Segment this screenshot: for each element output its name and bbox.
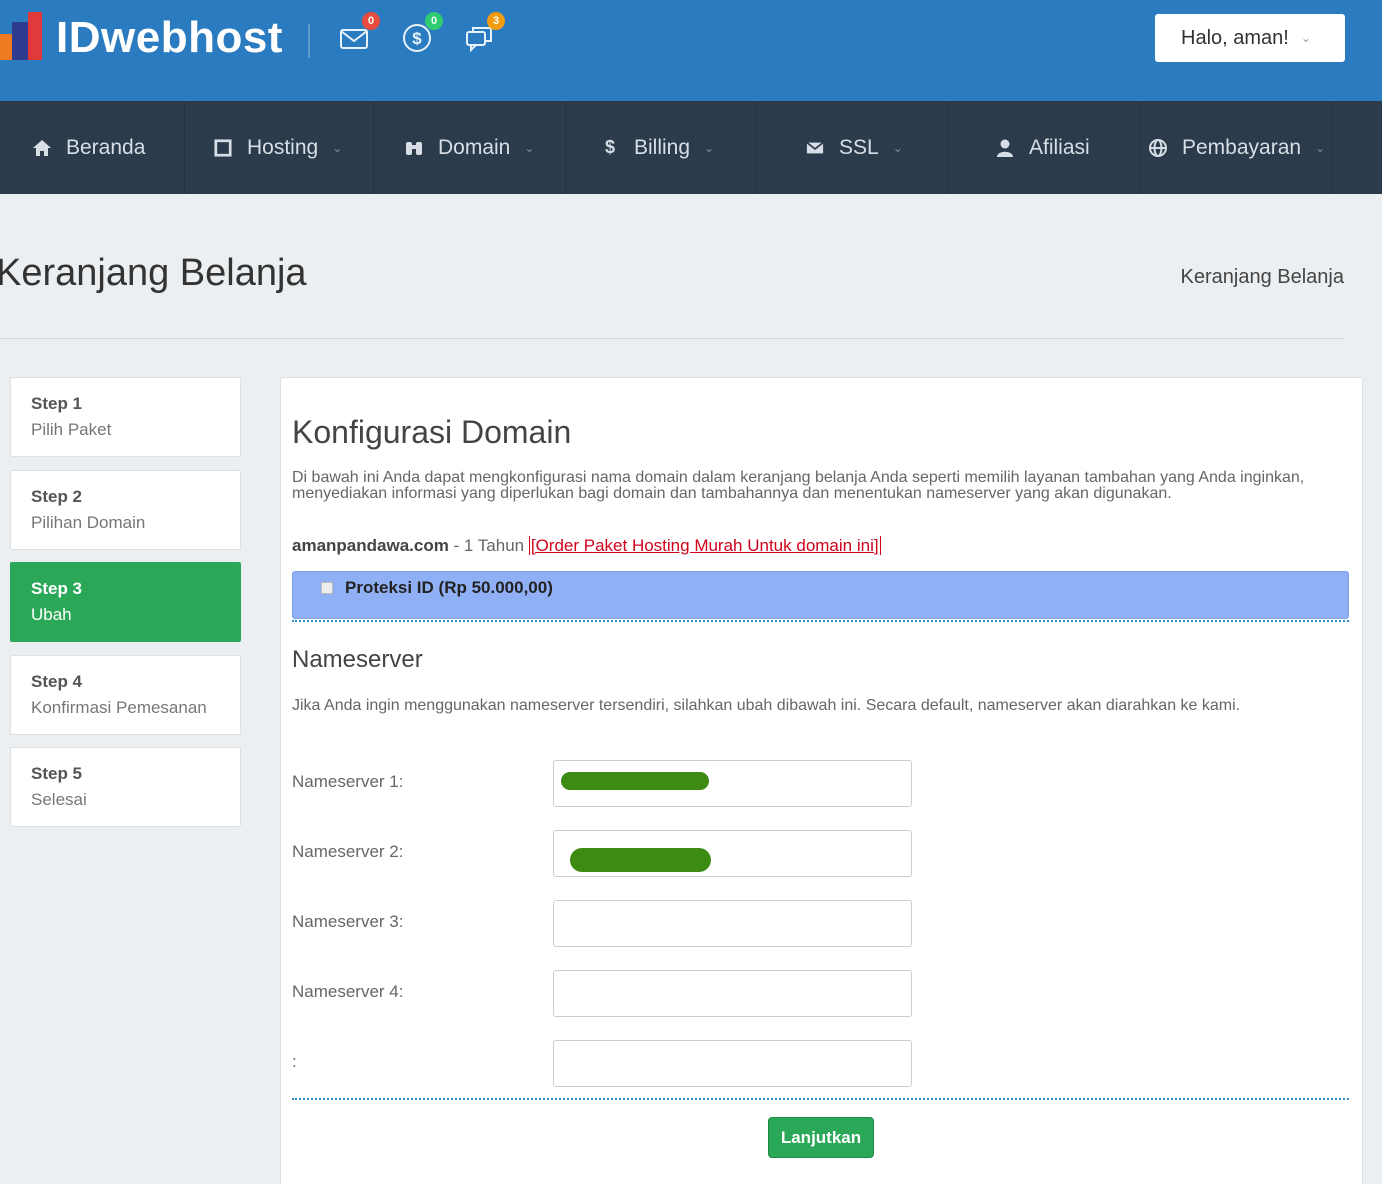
step-1[interactable]: Step 1 Pilih Paket — [10, 377, 241, 457]
chevron-down-icon: ⌄ — [524, 140, 535, 155]
nav-label: Domain — [438, 135, 511, 159]
nameserver-2-label: Nameserver 2: — [292, 842, 404, 861]
billing-count-badge: 0 — [425, 12, 443, 30]
page-title: Keranjang Belanja — [0, 252, 307, 294]
step-title: Step 5 — [31, 764, 83, 783]
nameserver-4-label: Nameserver 4: — [292, 982, 404, 1001]
server-icon — [213, 138, 233, 158]
nav-label: Hosting — [247, 135, 319, 159]
step-title: Step 4 — [31, 672, 83, 691]
billing-notification[interactable]: $ 0 — [401, 12, 443, 58]
header-divider — [308, 24, 310, 58]
nameserver-3-label: Nameserver 3: — [292, 912, 404, 931]
nav-item-ssl[interactable]: SSL ⌄ — [757, 101, 949, 194]
chevron-down-icon: ⌄ — [1300, 31, 1311, 45]
addon-proteksi-id[interactable]: Proteksi ID (Rp 50.000,00) — [292, 571, 1349, 619]
section-divider — [292, 620, 1349, 622]
nav-label: Beranda — [66, 135, 146, 159]
step-subtitle: Selesai — [31, 790, 87, 809]
globe-icon — [1148, 138, 1168, 158]
step-title: Step 3 — [31, 579, 83, 598]
chevron-down-icon: ⌄ — [1315, 140, 1326, 155]
top-header: IDwebhost 0 $ 0 3 Halo, aman! ⌄ — [0, 0, 1382, 101]
logo-mark-icon — [0, 12, 44, 64]
breadcrumb[interactable]: Keranjang Belanja — [1181, 266, 1344, 289]
nav-item-pembayaran[interactable]: Pembayaran ⌄ — [1140, 101, 1332, 194]
nameserver-5-input[interactable] — [553, 1040, 912, 1087]
domain-name: amanpandawa.com — [292, 536, 449, 555]
brand-name: IDwebhost — [56, 13, 283, 62]
brand-logo[interactable]: IDwebhost — [0, 12, 283, 64]
chat-count-badge: 3 — [487, 12, 505, 30]
nameserver-heading: Nameserver — [292, 646, 423, 673]
user-icon — [995, 138, 1015, 158]
nav-item-afiliasi[interactable]: Afiliasi — [949, 101, 1140, 194]
dollar-icon: $ — [604, 137, 615, 157]
step-title: Step 1 — [31, 394, 83, 413]
nameserver-3-input[interactable] — [553, 900, 912, 947]
nav-item-beranda[interactable]: Beranda — [0, 101, 185, 194]
step-subtitle: Ubah — [31, 605, 72, 624]
mail-notification[interactable]: 0 — [338, 12, 380, 58]
step-2[interactable]: Step 2 Pilihan Domain — [10, 470, 241, 550]
step-subtitle: Pilih Paket — [31, 420, 112, 439]
home-icon — [32, 138, 52, 158]
step-3-active[interactable]: Step 3 Ubah — [10, 562, 241, 642]
config-description: Di bawah ini Anda dapat mengkonfigurasi … — [292, 469, 1305, 502]
nav-label: Pembayaran — [1182, 135, 1302, 159]
chevron-down-icon: ⌄ — [704, 140, 715, 155]
user-greeting: Halo, aman! — [1181, 26, 1289, 49]
mail-count-badge: 0 — [362, 12, 380, 30]
nav-item-hosting[interactable]: Hosting ⌄ — [185, 101, 374, 194]
envelope-icon — [805, 138, 825, 158]
nameserver-description: Jika Anda ingin menggunakan nameserver t… — [292, 697, 1241, 714]
section-divider — [292, 1098, 1349, 1100]
nav-label: Afiliasi — [1029, 135, 1090, 159]
nav-label: Billing — [634, 135, 691, 159]
svg-text:$: $ — [412, 29, 422, 48]
redaction-mark — [570, 848, 711, 872]
addon-checkbox[interactable] — [321, 582, 333, 594]
nav-label: SSL — [839, 135, 879, 159]
chevron-down-icon: ⌄ — [332, 140, 343, 155]
nav-item-domain[interactable]: Domain ⌄ — [374, 101, 566, 194]
title-divider — [0, 338, 1345, 339]
chat-notification[interactable]: 3 — [463, 12, 505, 58]
step-subtitle: Pilihan Domain — [31, 513, 146, 532]
config-heading: Konfigurasi Domain — [292, 414, 572, 450]
nameserver-4-input[interactable] — [553, 970, 912, 1017]
nameserver-5-label: : — [292, 1052, 297, 1071]
main-nav: Beranda Hosting ⌄ Domain ⌄ $ Billing ⌄ S… — [0, 101, 1382, 194]
continue-button[interactable]: Lanjutkan — [768, 1117, 874, 1158]
chevron-down-icon: ⌄ — [892, 140, 903, 155]
binoculars-icon — [404, 138, 424, 158]
domain-summary: amanpandawa.com - 1 Tahun [Order Paket H… — [292, 536, 881, 556]
domain-period: - 1 Tahun — [448, 536, 529, 555]
addon-label: Proteksi ID (Rp 50.000,00) — [345, 578, 553, 597]
nameserver-1-label: Nameserver 1: — [292, 772, 404, 791]
step-title: Step 2 — [31, 487, 83, 506]
step-4[interactable]: Step 4 Konfirmasi Pemesanan — [10, 655, 241, 735]
redaction-mark — [561, 772, 709, 790]
order-hosting-link[interactable]: [Order Paket Hosting Murah Untuk domain … — [528, 536, 881, 555]
nav-item-billing[interactable]: $ Billing ⌄ — [566, 101, 757, 194]
step-5[interactable]: Step 5 Selesai — [10, 747, 241, 827]
user-menu-button[interactable]: Halo, aman! ⌄ — [1155, 14, 1345, 62]
step-subtitle: Konfirmasi Pemesanan — [31, 698, 207, 717]
